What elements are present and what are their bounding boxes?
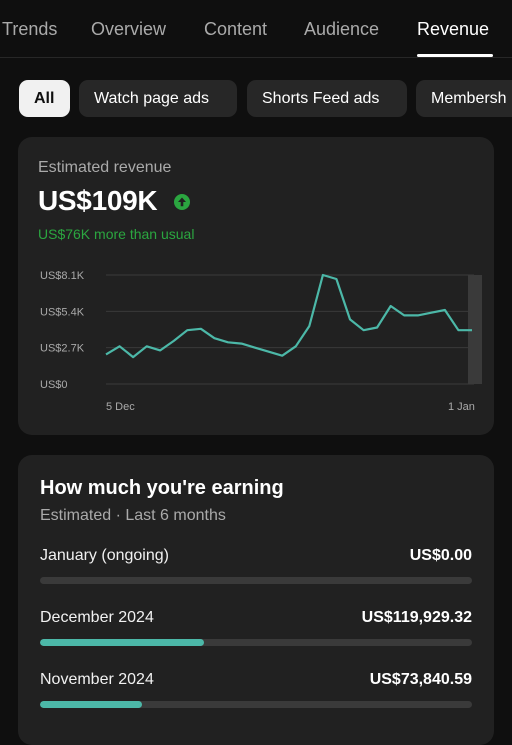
earnings-row[interactable]: December 2024 US$119,929.32 <box>40 609 472 649</box>
chip-all[interactable]: All <box>19 80 70 117</box>
earnings-title: How much you're earning <box>40 477 284 499</box>
earnings-bar <box>40 701 472 708</box>
earnings-month: December 2024 <box>40 609 154 626</box>
y-tick-label: US$8.1K <box>40 270 85 282</box>
chip-shorts-feed-ads[interactable]: Shorts Feed ads <box>247 80 407 117</box>
earnings-subtitle: Estimated · Last 6 months <box>40 507 226 524</box>
tab-trends[interactable]: Trends <box>2 19 57 40</box>
tab-revenue[interactable]: Revenue <box>417 19 489 40</box>
x-tick-label: 1 Jan <box>448 401 475 413</box>
y-tick-label: US$0 <box>40 379 68 391</box>
x-tick-label: 5 Dec <box>106 401 135 413</box>
earnings-value: US$119,929.32 <box>361 609 472 626</box>
filter-chips: All Watch page ads Shorts Feed ads Membe… <box>0 80 512 118</box>
y-tick-label: US$5.4K <box>40 306 85 318</box>
earnings-bar-fill <box>40 701 142 708</box>
earnings-value: US$73,840.59 <box>369 671 472 688</box>
earnings-month: January (ongoing) <box>40 547 169 564</box>
earnings-bar <box>40 577 472 584</box>
tab-overview[interactable]: Overview <box>91 19 166 40</box>
earnings-row[interactable]: November 2024 US$73,840.59 <box>40 671 472 711</box>
earnings-row[interactable]: January (ongoing) US$0.00 <box>40 547 472 587</box>
tab-content[interactable]: Content <box>204 19 267 40</box>
earnings-month: November 2024 <box>40 671 154 688</box>
estimated-revenue-card[interactable]: Estimated revenue US$109K US$76K more th… <box>18 137 494 435</box>
chip-memberships[interactable]: Membersh <box>416 80 512 117</box>
series-line <box>105 273 472 359</box>
revenue-line-chart[interactable]: US$0 US$2.7K US$5.4K US$8.1K 5 Dec 1 Jan <box>18 137 494 435</box>
earnings-bar <box>40 639 472 646</box>
y-tick-label: US$2.7K <box>40 343 85 355</box>
earnings-bar-fill <box>40 639 205 646</box>
tab-bar: Trends Overview Content Audience Revenue <box>0 0 512 58</box>
chip-watch-page-ads[interactable]: Watch page ads <box>79 80 237 117</box>
earnings-card: How much you're earning Estimated · Last… <box>18 455 494 745</box>
earnings-value: US$0.00 <box>409 547 472 564</box>
tab-audience[interactable]: Audience <box>304 19 379 40</box>
active-tab-indicator <box>417 54 493 57</box>
